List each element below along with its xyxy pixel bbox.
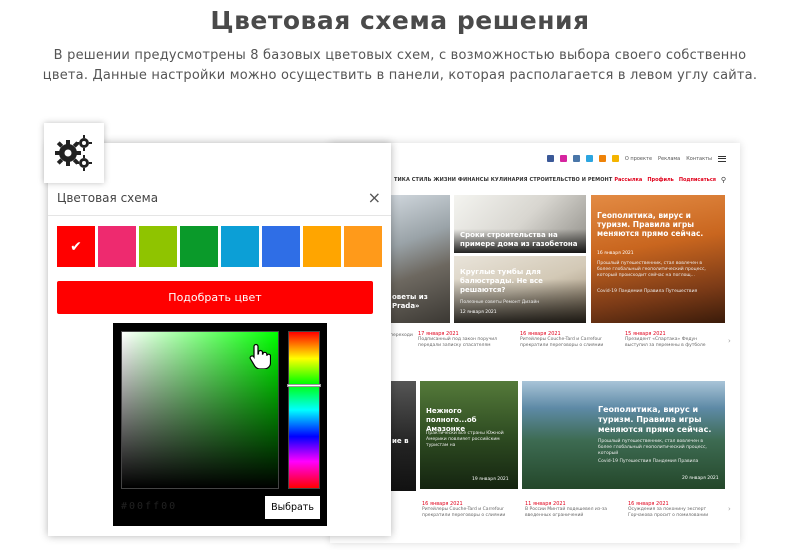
divider <box>48 215 391 216</box>
caption-text: Осуждения за поконину эксперт Горчакова … <box>628 507 709 518</box>
color-swatch-light-green[interactable] <box>139 226 177 267</box>
panel-title: Цветовая схема <box>57 191 159 205</box>
caption-text: Президент «Спартака» Федун выступил за п… <box>625 337 706 348</box>
choose-color-button[interactable]: Выбрать <box>265 496 320 519</box>
news-tile-tags: Covid-19 Путешествия Пандемия Правила <box>598 459 699 464</box>
caption-text: переходи <box>390 333 413 338</box>
odnoklassniki-icon[interactable] <box>598 155 606 162</box>
caption[interactable]: 11 января 2021 В России Минтай подешевел … <box>525 501 620 519</box>
site-link-subscribe[interactable]: Подписаться <box>679 177 716 183</box>
color-swatch-pink[interactable] <box>98 226 136 267</box>
chevron-right-icon[interactable]: › <box>728 505 731 513</box>
site-link-newsletter[interactable]: Рассылка <box>614 177 642 183</box>
news-tile-date: 16 января 2021 <box>597 251 634 256</box>
caption[interactable]: м <box>390 433 416 439</box>
site-link-profile[interactable]: Профиль <box>647 177 674 183</box>
rss-icon[interactable] <box>611 155 619 162</box>
news-tile-title: Нежного полного...об Амазонке <box>426 407 477 433</box>
news-tile-geopolitics[interactable]: Геополитика, вирус и туризм. Правила игр… <box>591 195 725 323</box>
page-description: В решении предусмотрены 8 базовых цветов… <box>42 48 758 83</box>
news-tile-date: 20 января 2021 <box>682 476 719 481</box>
color-picker: Выбрать <box>113 323 327 526</box>
caption-text: Подписанный под закон поручил передали з… <box>418 337 498 348</box>
news-tile-date: 19 января 2021 <box>472 477 509 482</box>
caption[interactable]: 16 января 2021 Ритейлеры Couche-Tard и Ca… <box>520 331 610 349</box>
color-swatch-blue[interactable] <box>262 226 300 267</box>
instagram-icon[interactable] <box>559 155 567 162</box>
settings-toggle[interactable] <box>44 123 104 183</box>
news-tile-excerpt: Практически все страны Южной Америки пов… <box>426 431 504 448</box>
color-scheme-panel: Цветовая схема × ✔ Подобрать цвет Выбрат… <box>48 143 391 536</box>
color-swatch-orange[interactable] <box>303 226 341 267</box>
news-tile-title: Геополитика, вирус и туризм. Правила игр… <box>597 211 704 238</box>
news-tile-street[interactable]: оветы из Prada» <box>390 195 450 323</box>
search-icon[interactable]: ⚲ <box>721 176 726 184</box>
caption[interactable]: 15 января 2021 Президент «Спартака» Федун… <box>625 331 720 349</box>
news-tile-excerpt: Прошлый путешественник, стал вовлечен в … <box>598 439 707 456</box>
color-swatch-green[interactable] <box>180 226 218 267</box>
hand-cursor-icon <box>249 343 271 369</box>
facebook-icon[interactable] <box>546 155 554 162</box>
news-tile-geopolitics-2[interactable]: Геополитика, вирус и туризм. Правила игр… <box>522 381 725 489</box>
hue-slider-handle[interactable] <box>287 384 321 387</box>
news-tile-title: Сроки строительства на примере дома из г… <box>460 231 578 248</box>
site-link-ads[interactable]: Реклама <box>658 156 680 162</box>
site-link-contacts[interactable]: Контакты <box>686 156 712 162</box>
caption-text: В России Минтай подешевел из-за введенны… <box>525 507 607 518</box>
pick-color-button[interactable]: Подобрать цвет <box>57 281 373 314</box>
site-preview: О проекте Реклама Контакты ТИКА СТИЛЬ ЖИ… <box>330 143 740 543</box>
site-nav[interactable]: ТИКА СТИЛЬ ЖИЗНИ ФИНАНСЫ КУЛИНАРИЯ СТРОИ… <box>394 177 612 183</box>
news-tile-amazon[interactable]: Нежного полного...об Амазонке Практическ… <box>420 381 518 489</box>
check-icon: ✔ <box>70 238 82 255</box>
news-tile-title: Круглые тумбы для балюстрады. Не все реш… <box>460 268 543 294</box>
vk-icon[interactable] <box>572 155 580 162</box>
caption[interactable]: 17 января 2021 Подписанный под закон пору… <box>418 331 508 349</box>
hue-slider[interactable] <box>287 331 321 489</box>
news-tile-tags: Covid-19 Пандемия Правила Путешествия <box>597 289 698 294</box>
news-tile-title: оветы из Prada» <box>392 293 428 310</box>
chevron-right-icon[interactable]: › <box>728 337 731 345</box>
site-top-bar: О проекте Реклама Контакты <box>546 155 726 162</box>
site-link-about[interactable]: О проекте <box>625 156 652 162</box>
caption-text: Ритейлеры Couche-Tard и Carrefour прекра… <box>520 337 604 348</box>
caption[interactable]: 16 января 2021 Осуждения за поконину эксп… <box>628 501 723 519</box>
gears-icon <box>55 135 92 171</box>
caption-text: Ритейлеры Couche-Tard и Carrefour прекра… <box>422 507 506 518</box>
menu-icon[interactable] <box>718 155 726 162</box>
close-icon[interactable]: × <box>368 188 381 207</box>
news-tile-tumbs[interactable]: Круглые тумбы для балюстрады. Не все реш… <box>454 256 586 323</box>
caption[interactable]: 16 января 2021 Ритейлеры Couche-Tard и Ca… <box>422 501 517 519</box>
color-swatch-sky-blue[interactable] <box>221 226 259 267</box>
color-swatches: ✔ <box>57 226 382 267</box>
news-tile-excerpt: Прошлый путешественник, стал вовлечен в … <box>597 261 706 278</box>
news-tile-date: 12 января 2021 <box>460 310 497 315</box>
page-title: Цветовая схема решения <box>210 6 590 35</box>
color-swatch-amber[interactable] <box>344 226 382 267</box>
site-user-links: Рассылка Профиль Подписаться <box>614 177 716 183</box>
hex-color-input[interactable] <box>121 495 261 517</box>
news-tile-building[interactable]: Сроки строительства на примере дома из г… <box>454 195 586 253</box>
news-tile-tags: Полезные советы Ремонт Дизайн <box>460 300 540 305</box>
news-tile-title: Геополитика, вирус и туризм. Правила игр… <box>598 405 712 434</box>
telegram-icon[interactable] <box>585 155 593 162</box>
color-swatch-red[interactable]: ✔ <box>57 226 95 267</box>
